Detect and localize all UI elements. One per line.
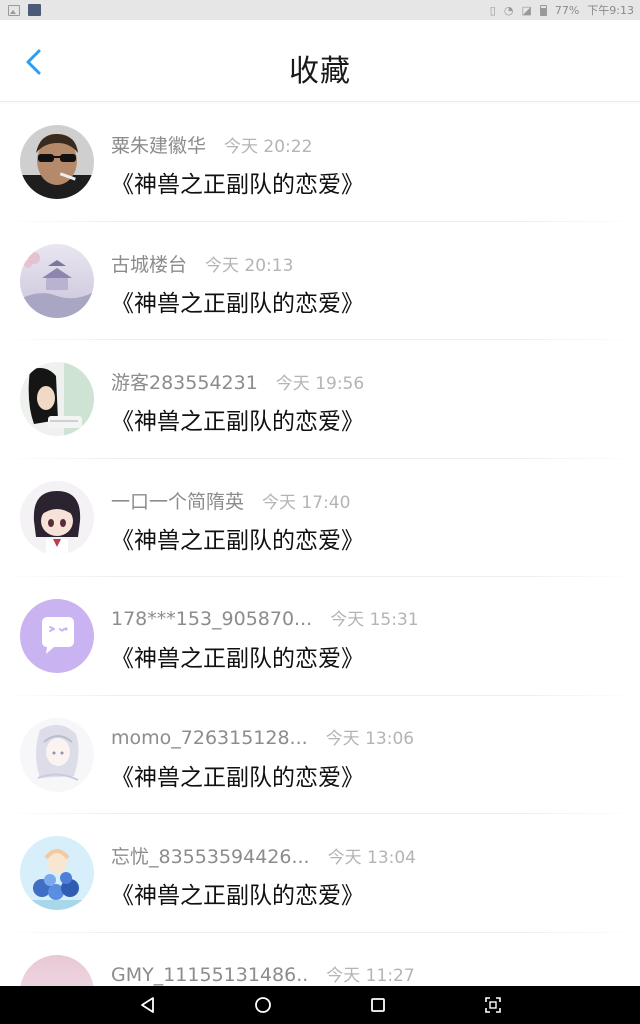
list-item[interactable]: GMY_11155131486.. 今天 11:27 [0, 933, 640, 986]
header: 收藏 [0, 20, 640, 102]
avatar [20, 954, 94, 986]
story-title: 《神兽之正副队的恋爱》 [111, 409, 364, 435]
timestamp: 今天 19:56 [275, 374, 365, 394]
username: 粟朱建徽华 [111, 135, 207, 157]
story-title: 《神兽之正副队的恋爱》 [111, 883, 364, 909]
username: momo_726315128... [111, 726, 308, 749]
story-title: 《神兽之正副队的恋爱》 [111, 527, 364, 554]
username: 忘忧_83553594426... [111, 846, 310, 868]
list-item[interactable]: 粟朱建徽华 今天 20:22 《神兽之正副队的恋爱》 [0, 103, 640, 222]
circle-home-icon [254, 997, 271, 1013]
screenshot-frame-icon [484, 997, 501, 1013]
timestamp: 今天 11:27 [326, 965, 415, 986]
username: 178***153_905870... [111, 608, 313, 630]
timestamp: 今天 17:40 [262, 492, 351, 513]
nav-home-button[interactable] [243, 986, 283, 1024]
avatar [20, 480, 94, 555]
avatar [20, 362, 94, 436]
no-sim-icon: ◪ [521, 3, 532, 17]
story-title: 《神兽之正副队的恋爱》 [111, 172, 364, 198]
nav-screenshot-button[interactable] [473, 986, 513, 1024]
app-notification-icon [28, 4, 41, 16]
username: 古城楼台 [111, 253, 188, 276]
list-item[interactable]: 一口一个简隋英 今天 17:40 《神兽之正副队的恋爱》 [0, 459, 640, 577]
timestamp: 今天 13:06 [325, 728, 415, 749]
list-item[interactable]: 178***153_905870... 今天 15:31 《神兽之正副队的恋爱》 [0, 577, 640, 696]
system-indicators: ▯ ◔ ◪ 77% 下午9:13 [490, 2, 634, 18]
username: 游客283554231 [111, 372, 258, 394]
avatar [20, 243, 94, 318]
story-title: 《神兽之正副队的恋爱》 [111, 646, 364, 672]
username: GMY_11155131486.. [111, 963, 309, 986]
nav-back-button[interactable] [128, 986, 168, 1024]
clock: 下午9:13 [587, 4, 634, 17]
wifi-icon: ◔ [503, 3, 514, 17]
image-notification-icon [8, 4, 20, 16]
avatar [20, 717, 94, 792]
timestamp: 今天 20:13 [205, 255, 294, 276]
list-item[interactable]: 古城楼台 今天 20:13 《神兽之正副队的恋爱》 [0, 222, 640, 340]
username: 一口一个简隋英 [111, 490, 245, 513]
story-title: 《神兽之正副队的恋爱》 [111, 764, 364, 791]
triangle-back-icon [140, 997, 154, 1013]
timestamp: 今天 20:22 [224, 137, 313, 157]
square-recents-icon [370, 998, 385, 1012]
avatar [20, 125, 94, 199]
vibrate-icon: ▯ [489, 3, 496, 17]
list-item[interactable]: 游客283554231 今天 19:56 《神兽之正副队的恋爱》 [0, 340, 640, 459]
avatar [20, 599, 94, 673]
favorites-list: 粟朱建徽华 今天 20:22 《神兽之正副队的恋爱》 古城楼台 今天 20:13 [0, 103, 640, 986]
story-title: 《神兽之正副队的恋爱》 [111, 290, 364, 317]
status-bar: ▯ ◔ ◪ 77% 下午9:13 [0, 0, 640, 20]
list-item[interactable]: momo_726315128... 今天 13:06 《神兽之正副队的恋爱》 [0, 696, 640, 814]
avatar [20, 836, 94, 910]
nav-recents-button[interactable] [358, 986, 398, 1024]
notification-area [8, 4, 41, 16]
timestamp: 今天 15:31 [330, 610, 419, 630]
timestamp: 今天 13:04 [327, 848, 416, 868]
battery-level: 77% [554, 3, 580, 17]
navigation-bar [0, 986, 640, 1024]
battery-icon [539, 4, 547, 16]
list-item[interactable]: 忘忧_83553594426... 今天 13:04 《神兽之正副队的恋爱》 [0, 814, 640, 933]
page-title: 收藏 [289, 54, 351, 89]
